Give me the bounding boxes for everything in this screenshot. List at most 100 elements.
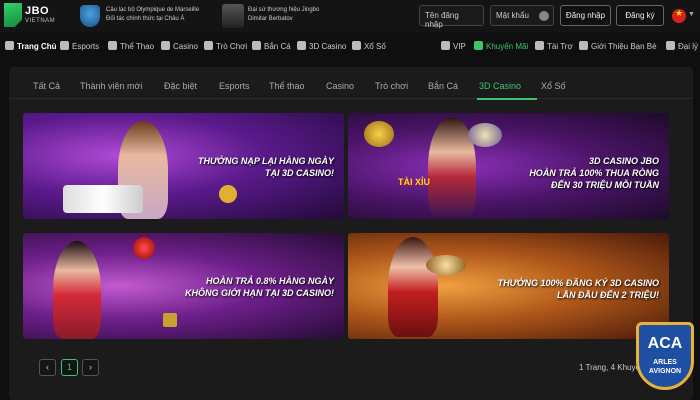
nav-sports[interactable]: Thể Thao bbox=[108, 41, 154, 51]
eye-icon[interactable] bbox=[539, 11, 549, 21]
tab-lottery[interactable]: Xổ Số bbox=[541, 81, 566, 91]
slot-icon bbox=[204, 41, 213, 50]
username-input[interactable]: Tên đăng nhập bbox=[419, 5, 484, 29]
promo2-text: 3D CASINO JBO HOÀN TRẢ 100% THUA RÒNG ĐẾ… bbox=[529, 155, 659, 191]
vietnam-flag-icon[interactable] bbox=[672, 8, 686, 23]
dealer-figure-3 bbox=[53, 241, 101, 339]
promo4-line2: LẦN ĐẦU ĐẾN 2 TRIỆU! bbox=[556, 290, 659, 300]
casino-emblem-icon-2 bbox=[468, 123, 502, 147]
jbo-logo[interactable]: JBO VIETNAM bbox=[4, 3, 56, 29]
tab-new-member[interactable]: Thành viên mới bbox=[80, 81, 142, 91]
nav-agent-label: Đại lý bbox=[678, 42, 699, 51]
diamond-icon bbox=[441, 41, 450, 50]
agent-icon bbox=[666, 41, 675, 50]
lottery-icon bbox=[352, 41, 361, 50]
nav-lottery[interactable]: Xổ Số bbox=[352, 41, 386, 51]
login-button[interactable]: Đăng nhập bbox=[560, 5, 611, 26]
marseille-crest-icon bbox=[80, 5, 100, 27]
category-tabs: Tất Cả Thành viên mới Đặc biệt Esports T… bbox=[9, 77, 693, 100]
nav-casino[interactable]: Casino bbox=[161, 41, 198, 51]
partner2-line1: Đại sứ thương hiệu Jingbo bbox=[248, 7, 320, 13]
gamepad-icon bbox=[60, 41, 69, 50]
tab-special[interactable]: Đặc biệt bbox=[164, 81, 197, 91]
logo-mark-icon bbox=[4, 3, 22, 27]
promo-card-first-deposit[interactable]: THƯỞNG 100% ĐĂNG KÝ 3D CASINO LẦN ĐẦU ĐẾ… bbox=[348, 233, 669, 339]
tab-fishing[interactable]: Bắn Cá bbox=[428, 81, 458, 91]
nav-games[interactable]: Trò Chơi bbox=[204, 41, 247, 51]
prev-page-button[interactable]: ‹ bbox=[39, 359, 56, 376]
nav-refer[interactable]: Giới Thiệu Bạn Bè bbox=[579, 41, 657, 51]
promo-card-daily-rebate[interactable]: HOÀN TRẢ 0.8% HÀNG NGÀY KHÔNG GIỚI HẠN T… bbox=[23, 233, 344, 339]
promo3-line2: KHÔNG GIỚI HẠN TẠI 3D CASINO! bbox=[184, 288, 334, 298]
tab-casino[interactable]: Casino bbox=[326, 81, 354, 91]
cards-icon bbox=[161, 41, 170, 50]
promo2-line1: 3D CASINO JBO bbox=[588, 156, 659, 166]
active-tab-indicator bbox=[477, 98, 537, 100]
badge-name2: AVIGNON bbox=[648, 368, 682, 375]
promo3-line1: HOÀN TRẢ 0.8% HÀNG NGÀY bbox=[205, 276, 334, 286]
promo1-text: THƯỞNG NẠP LẠI HÀNG NGÀY TẠI 3D CASINO! bbox=[198, 155, 334, 179]
casino-emblem-icon bbox=[364, 121, 394, 147]
nav-sports-label: Thể Thao bbox=[120, 42, 155, 51]
friends-icon bbox=[579, 41, 588, 50]
nav-vip-label: VIP bbox=[453, 42, 466, 51]
nav-3d-casino[interactable]: 3D Casino bbox=[297, 41, 346, 51]
partner2-line2: Dimitar Berbatov bbox=[248, 16, 293, 22]
promo-card-daily-reload[interactable]: THƯỞNG NẠP LẠI HÀNG NGÀY TẠI 3D CASINO! bbox=[23, 113, 344, 219]
chevron-down-icon[interactable]: ▼ bbox=[688, 11, 695, 18]
partner1-line2: Đối tác chính thức tại Châu Á bbox=[106, 16, 185, 22]
logo-text: JBO bbox=[25, 5, 50, 17]
coin-icon bbox=[219, 185, 237, 203]
partner-berbatov[interactable]: Đại sứ thương hiệu Jingbo Dimitar Berbat… bbox=[222, 4, 362, 28]
tab-all[interactable]: Tất Cả bbox=[33, 81, 60, 91]
chip-icon bbox=[163, 313, 177, 327]
fish-icon bbox=[252, 41, 261, 50]
nav-esports-label: Esports bbox=[72, 42, 100, 51]
promo2-line2: HOÀN TRẢ 100% THUA RÒNG bbox=[529, 168, 659, 178]
nav-esports[interactable]: Esports bbox=[60, 41, 99, 51]
nav-refer-label: Giới Thiệu Bạn Bè bbox=[591, 42, 657, 51]
dealer-figure-4 bbox=[388, 237, 438, 337]
nav-agent[interactable]: Đại lý bbox=[666, 41, 698, 51]
nav-3d-casino-label: 3D Casino bbox=[309, 42, 347, 51]
3d-casino-icon bbox=[297, 41, 306, 50]
main-nav: Trang Chủ Esports Thể Thao Casino Trò Ch… bbox=[0, 38, 700, 58]
promo1-line1: THƯỞNG NẠP LẠI HÀNG NGÀY bbox=[198, 156, 334, 166]
dice-icon bbox=[133, 237, 155, 259]
badge-abbr: ACA bbox=[647, 335, 683, 352]
password-placeholder: Mật khẩu bbox=[496, 11, 529, 20]
roulette-icon bbox=[426, 255, 466, 275]
promo4-line1: THƯỞNG 100% ĐĂNG KÝ 3D CASINO bbox=[497, 278, 659, 288]
promo3-text: HOÀN TRẢ 0.8% HÀNG NGÀY KHÔNG GIỚI HẠN T… bbox=[185, 275, 334, 299]
page-1-button[interactable]: 1 bbox=[61, 359, 78, 376]
home-icon bbox=[5, 41, 14, 50]
register-button[interactable]: Đăng ký bbox=[616, 5, 664, 26]
tab-sports[interactable]: Thể thao bbox=[269, 81, 305, 91]
next-page-button[interactable]: › bbox=[82, 359, 99, 376]
nav-home[interactable]: Trang Chủ bbox=[5, 41, 57, 51]
tab-esports[interactable]: Esports bbox=[219, 81, 250, 91]
logo-subtext: VIETNAM bbox=[25, 18, 56, 24]
promo1-line2: TẠI 3D CASINO! bbox=[264, 168, 334, 178]
password-input[interactable]: Mật khẩu bbox=[490, 5, 554, 26]
nav-sponsor-label: Tài Trợ bbox=[547, 42, 573, 51]
nav-lottery-label: Xổ Số bbox=[364, 42, 386, 51]
promotions-panel: Tất Cả Thành viên mới Đặc biệt Esports T… bbox=[9, 67, 693, 400]
partner1-line1: Câu lạc bộ Olympique de Marseille bbox=[106, 7, 200, 13]
tab-games[interactable]: Trò chơi bbox=[375, 81, 408, 91]
nav-fishing[interactable]: Bắn Cá bbox=[252, 41, 291, 51]
nav-promotions-label: Khuyến Mãi bbox=[486, 42, 529, 51]
mahjong-tiles bbox=[63, 185, 143, 213]
promo-card-cashback-weekly[interactable]: TÀI XỈU 3D CASINO JBO HOÀN TRẢ 100% THUA… bbox=[348, 113, 669, 219]
tab-3d-casino[interactable]: 3D Casino bbox=[479, 81, 521, 91]
nav-promotions[interactable]: Khuyến Mãi bbox=[474, 41, 528, 51]
gift-icon bbox=[474, 41, 483, 50]
nav-sponsor[interactable]: Tài Trợ bbox=[535, 41, 573, 51]
tai-xiu-label: TÀI XỈU bbox=[398, 177, 431, 187]
promo2-line3: ĐẾN 30 TRIỆU MỖI TUẦN bbox=[550, 180, 659, 190]
ambassador-photo bbox=[222, 4, 244, 28]
partner-marseille[interactable]: Câu lạc bộ Olympique de Marseille Đối tá… bbox=[80, 4, 220, 28]
nav-home-label: Trang Chủ bbox=[17, 42, 57, 51]
nav-vip[interactable]: VIP bbox=[441, 41, 466, 51]
top-bar: JBO VIETNAM Câu lạc bộ Olympique de Mars… bbox=[0, 0, 700, 32]
